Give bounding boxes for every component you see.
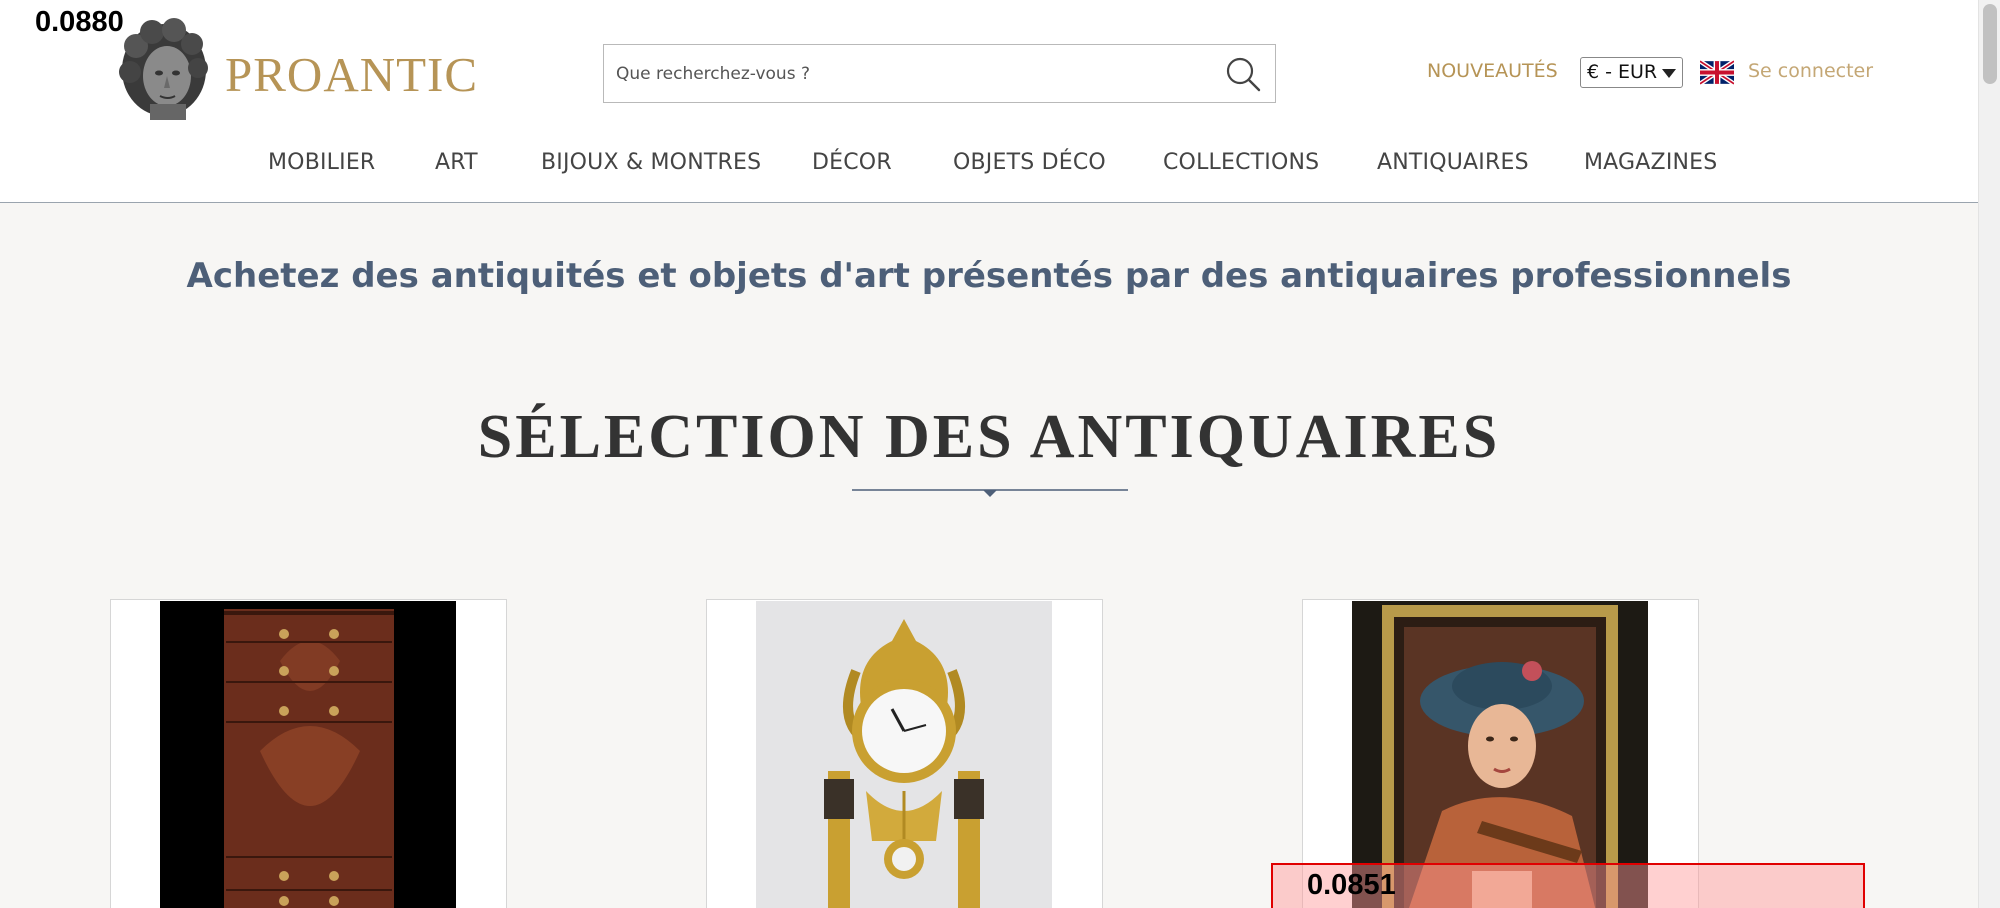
nav-item-bijoux-montres[interactable]: BIJOUX & MONTRES: [541, 150, 761, 175]
page-tagline: Achetez des antiquités et objets d'art p…: [186, 256, 1792, 296]
brand-logo[interactable]: PROANTIC: [225, 46, 478, 103]
mahogany-chest-of-drawers-image: [160, 601, 456, 908]
nav-item-mobilier[interactable]: MOBILIER: [268, 150, 375, 175]
product-card[interactable]: [706, 599, 1103, 908]
overlay-score-bottom: 0.0851: [1307, 869, 1396, 901]
site-header: PROANTIC NOUVEAUTÉS € - EUR Se connecter…: [0, 0, 1978, 203]
currency-select[interactable]: € - EUR: [1580, 57, 1683, 88]
portrait-painting-woman-violin-image: [1352, 601, 1648, 908]
overlay-score-top: 0.0880: [35, 6, 124, 38]
logo-bust-icon[interactable]: [112, 18, 212, 122]
vertical-scrollbar[interactable]: [1978, 0, 2000, 908]
nav-item-decor[interactable]: DÉCOR: [812, 150, 892, 175]
nav-item-collections[interactable]: COLLECTIONS: [1163, 150, 1319, 175]
product-card[interactable]: [1302, 599, 1699, 908]
chevron-down-icon: [1662, 69, 1676, 78]
nav-item-objets-deco[interactable]: OBJETS DÉCO: [953, 150, 1106, 175]
overlay-highlight-box: 0.0851: [1271, 863, 1865, 908]
nav-item-magazines[interactable]: MAGAZINES: [1584, 150, 1717, 175]
main-nav: MOBILIER ART BIJOUX & MONTRES DÉCOR OBJE…: [0, 150, 1978, 180]
scrollbar-thumb[interactable]: [1983, 4, 1997, 84]
search-input[interactable]: [616, 45, 1196, 102]
gilt-bronze-clock-image: [756, 601, 1052, 908]
product-card[interactable]: [110, 599, 507, 908]
section-title: SÉLECTION DES ANTIQUAIRES: [477, 403, 1501, 471]
title-divider: [852, 489, 1128, 497]
login-link[interactable]: Se connecter: [1748, 60, 1873, 82]
nav-item-antiquaires[interactable]: ANTIQUAIRES: [1377, 150, 1529, 175]
search-bar: [603, 44, 1276, 103]
nav-item-art[interactable]: ART: [435, 150, 478, 175]
currency-value: € - EUR: [1587, 61, 1658, 83]
page: PROANTIC NOUVEAUTÉS € - EUR Se connecter…: [0, 0, 2000, 908]
new-arrivals-link[interactable]: NOUVEAUTÉS: [1427, 60, 1558, 82]
search-icon[interactable]: [1223, 55, 1263, 93]
uk-flag-icon[interactable]: [1700, 60, 1734, 85]
